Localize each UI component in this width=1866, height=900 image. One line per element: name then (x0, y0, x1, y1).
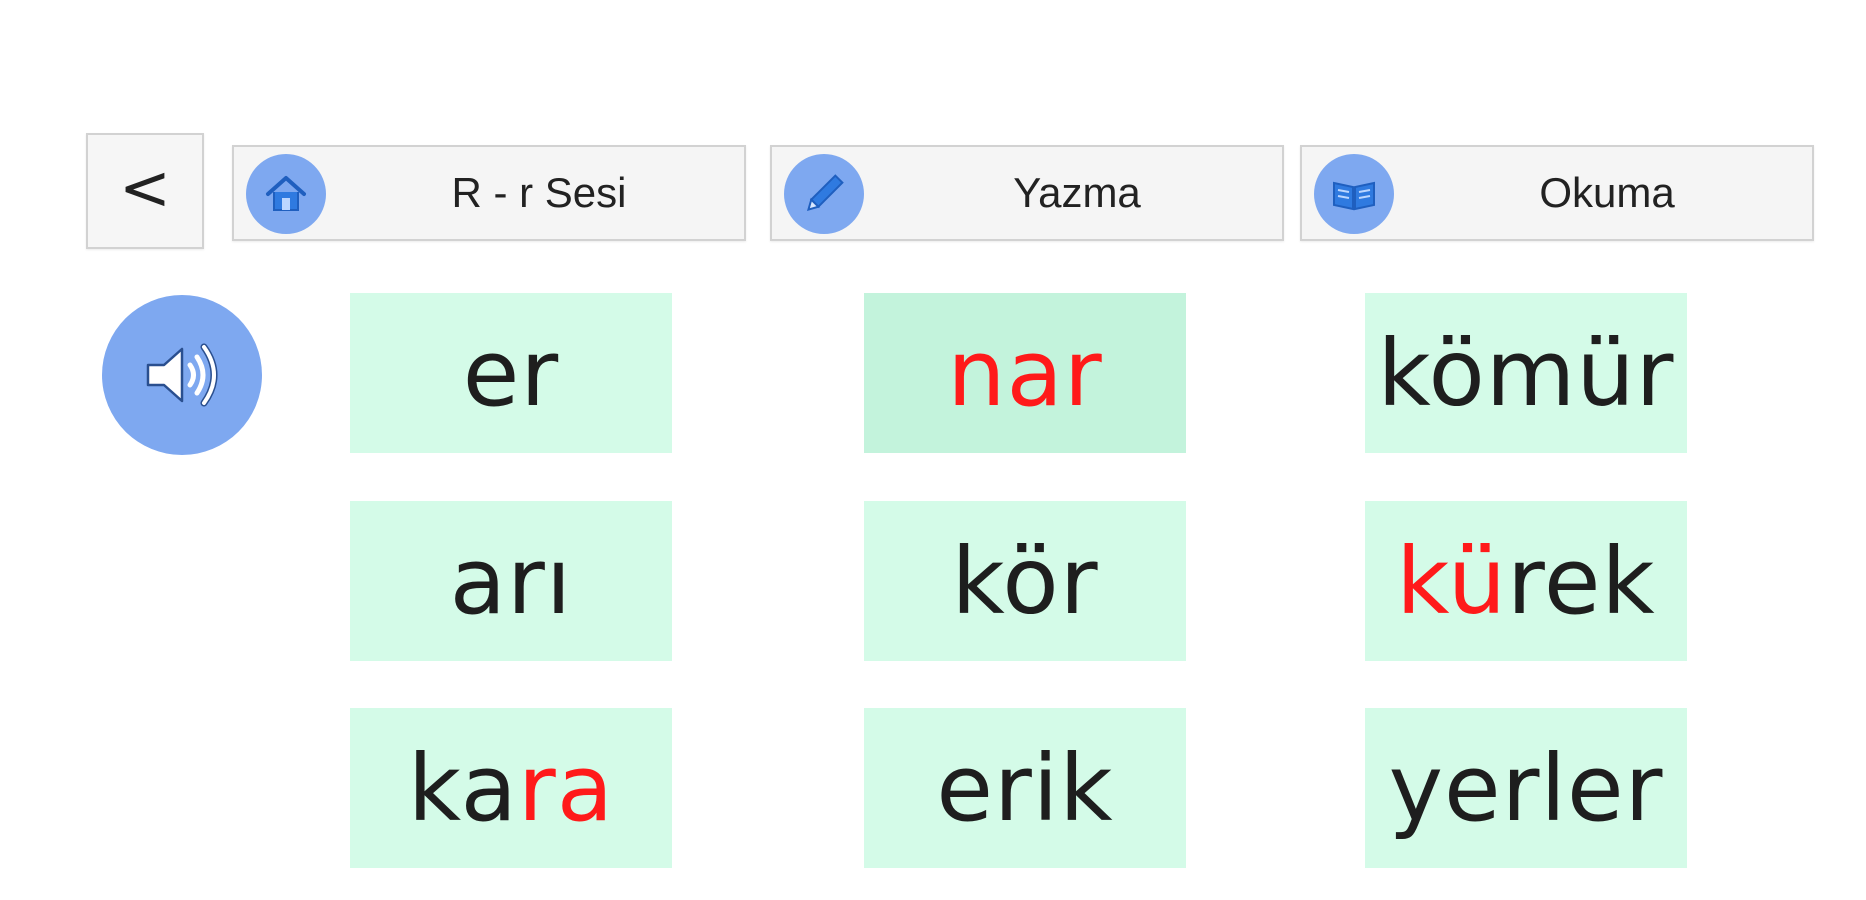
speaker-icon (146, 343, 218, 407)
word-card[interactable]: kü rek (1365, 501, 1687, 661)
word-text: erik (936, 734, 1114, 842)
back-button-label: < (119, 151, 171, 224)
word-card[interactable]: yerler (1365, 708, 1687, 868)
home-button-label: R - r Sesi (451, 169, 627, 216)
word-card[interactable]: kör (864, 501, 1186, 661)
word-text: yerler (1388, 734, 1664, 842)
word-text: ka (407, 734, 518, 842)
reading-button[interactable]: Okuma (1300, 145, 1814, 241)
word-card[interactable]: ka ra (350, 708, 672, 868)
word-card[interactable]: kömür (1365, 293, 1687, 453)
word-card[interactable]: nar (864, 293, 1186, 453)
word-text: arı (449, 527, 573, 635)
word-text: kömür (1377, 319, 1675, 427)
reading-button-label: Okuma (1539, 169, 1675, 216)
word-highlight: nar (947, 319, 1103, 427)
book-icon (1314, 154, 1394, 234)
word-card[interactable]: erik (864, 708, 1186, 868)
word-text: er (462, 319, 560, 427)
word-text: rek (1507, 527, 1656, 635)
pencil-icon (784, 154, 864, 234)
word-card[interactable]: arı (350, 501, 672, 661)
word-highlight: ra (517, 734, 615, 842)
writing-button-label: Yazma (1013, 169, 1141, 216)
word-highlight: kü (1396, 527, 1508, 635)
back-button[interactable]: < (86, 133, 204, 249)
word-text: kör (951, 527, 1099, 635)
speaker-button[interactable] (102, 295, 262, 455)
writing-button[interactable]: Yazma (770, 145, 1284, 241)
home-button[interactable]: R - r Sesi (232, 145, 746, 241)
word-card[interactable]: er (350, 293, 672, 453)
home-icon (246, 154, 326, 234)
